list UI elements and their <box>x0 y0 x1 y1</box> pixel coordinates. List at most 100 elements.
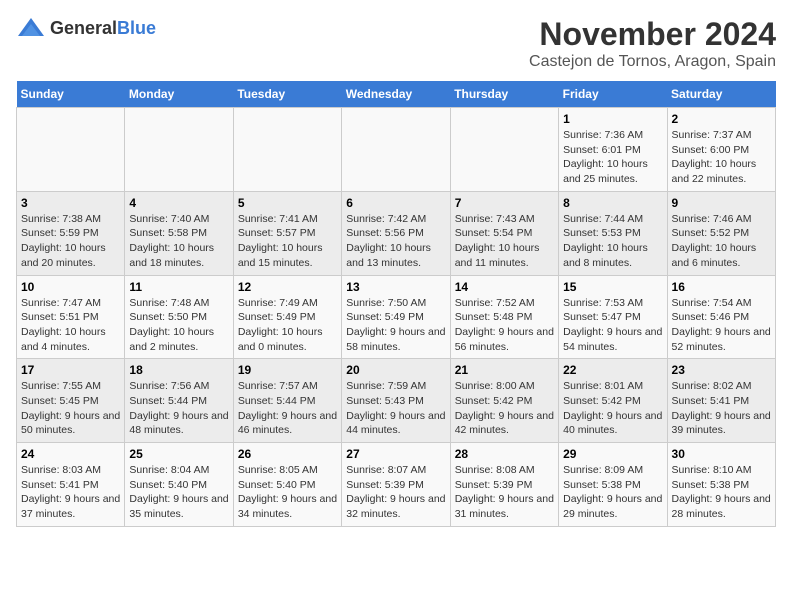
calendar-cell: 26 Sunrise: 8:05 AMSunset: 5:40 PMDayligh… <box>233 443 341 527</box>
calendar-cell <box>342 108 450 192</box>
calendar-cell: 28Sunrise: 8:08 AMSunset: 5:39 PMDayligh… <box>450 443 558 527</box>
month-title: November 2024 <box>529 16 776 53</box>
header: GeneralBlue November 2024 Castejon de To… <box>16 16 776 71</box>
week-row-3: 10 Sunrise: 7:47 AMSunset: 5:51 PMDayligh… <box>17 275 776 359</box>
logo-blue: Blue <box>117 18 156 38</box>
day-number: 20 <box>346 363 445 377</box>
calendar-cell: 9 Sunrise: 7:46 AMSunset: 5:52 PMDaylight… <box>667 191 775 275</box>
day-info: Sunrise: 7:57 AMSunset: 5:44 PMDaylight:… <box>238 379 337 438</box>
calendar-cell <box>450 108 558 192</box>
calendar-cell: 24 Sunrise: 8:03 AMSunset: 5:41 PMDayligh… <box>17 443 125 527</box>
weekday-header-saturday: Saturday <box>667 81 775 108</box>
day-info: Sunrise: 7:38 AMSunset: 5:59 PMDaylight:… <box>21 212 120 271</box>
day-info: Sunrise: 7:48 AMSunset: 5:50 PMDaylight:… <box>129 296 228 355</box>
day-info: Sunrise: 8:02 AMSunset: 5:41 PMDaylight:… <box>672 379 771 438</box>
day-info: Sunrise: 8:00 AMSunset: 5:42 PMDaylight:… <box>455 379 554 438</box>
calendar-cell: 1 Sunrise: 7:36 AMSunset: 6:01 PMDaylight… <box>559 108 667 192</box>
day-number: 10 <box>21 280 120 294</box>
day-number: 2 <box>672 112 771 126</box>
calendar-cell: 17 Sunrise: 7:55 AMSunset: 5:45 PMDayligh… <box>17 359 125 443</box>
calendar-cell: 6Sunrise: 7:42 AMSunset: 5:56 PMDaylight… <box>342 191 450 275</box>
day-number: 27 <box>346 447 445 461</box>
day-number: 17 <box>21 363 120 377</box>
day-info: Sunrise: 7:55 AMSunset: 5:45 PMDaylight:… <box>21 379 120 438</box>
calendar-cell: 19 Sunrise: 7:57 AMSunset: 5:44 PMDayligh… <box>233 359 341 443</box>
calendar-cell: 2 Sunrise: 7:37 AMSunset: 6:00 PMDaylight… <box>667 108 775 192</box>
day-info: Sunrise: 7:49 AMSunset: 5:49 PMDaylight:… <box>238 296 337 355</box>
weekday-header-thursday: Thursday <box>450 81 558 108</box>
day-info: Sunrise: 7:59 AMSunset: 5:43 PMDaylight:… <box>346 379 445 438</box>
day-info: Sunrise: 7:36 AMSunset: 6:01 PMDaylight:… <box>563 128 662 187</box>
day-info: Sunrise: 7:40 AMSunset: 5:58 PMDaylight:… <box>129 212 228 271</box>
day-info: Sunrise: 8:03 AMSunset: 5:41 PMDaylight:… <box>21 463 120 522</box>
calendar-cell <box>125 108 233 192</box>
day-number: 22 <box>563 363 662 377</box>
calendar-cell: 4 Sunrise: 7:40 AMSunset: 5:58 PMDaylight… <box>125 191 233 275</box>
day-info: Sunrise: 7:44 AMSunset: 5:53 PMDaylight:… <box>563 212 662 271</box>
week-row-2: 3 Sunrise: 7:38 AMSunset: 5:59 PMDaylight… <box>17 191 776 275</box>
day-info: Sunrise: 8:08 AMSunset: 5:39 PMDaylight:… <box>455 463 554 522</box>
day-info: Sunrise: 7:43 AMSunset: 5:54 PMDaylight:… <box>455 212 554 271</box>
weekday-header-wednesday: Wednesday <box>342 81 450 108</box>
calendar-cell: 20 Sunrise: 7:59 AMSunset: 5:43 PMDayligh… <box>342 359 450 443</box>
day-info: Sunrise: 8:10 AMSunset: 5:38 PMDaylight:… <box>672 463 771 522</box>
calendar-cell: 25 Sunrise: 8:04 AMSunset: 5:40 PMDayligh… <box>125 443 233 527</box>
day-info: Sunrise: 7:50 AMSunset: 5:49 PMDaylight:… <box>346 296 445 355</box>
calendar-cell: 21 Sunrise: 8:00 AMSunset: 5:42 PMDayligh… <box>450 359 558 443</box>
calendar-cell: 15 Sunrise: 7:53 AMSunset: 5:47 PMDayligh… <box>559 275 667 359</box>
day-number: 4 <box>129 196 228 210</box>
calendar-cell: 5Sunrise: 7:41 AMSunset: 5:57 PMDaylight… <box>233 191 341 275</box>
day-number: 1 <box>563 112 662 126</box>
calendar-cell: 10 Sunrise: 7:47 AMSunset: 5:51 PMDayligh… <box>17 275 125 359</box>
location-subtitle: Castejon de Tornos, Aragon, Spain <box>529 53 776 71</box>
day-number: 16 <box>672 280 771 294</box>
day-info: Sunrise: 7:52 AMSunset: 5:48 PMDaylight:… <box>455 296 554 355</box>
day-info: Sunrise: 7:56 AMSunset: 5:44 PMDaylight:… <box>129 379 228 438</box>
day-number: 13 <box>346 280 445 294</box>
calendar-cell: 3 Sunrise: 7:38 AMSunset: 5:59 PMDaylight… <box>17 191 125 275</box>
calendar-cell: 22 Sunrise: 8:01 AMSunset: 5:42 PMDayligh… <box>559 359 667 443</box>
day-number: 11 <box>129 280 228 294</box>
day-number: 30 <box>672 447 771 461</box>
day-info: Sunrise: 8:07 AMSunset: 5:39 PMDaylight:… <box>346 463 445 522</box>
calendar-table: SundayMondayTuesdayWednesdayThursdayFrid… <box>16 81 776 527</box>
week-row-4: 17 Sunrise: 7:55 AMSunset: 5:45 PMDayligh… <box>17 359 776 443</box>
title-area: November 2024 Castejon de Tornos, Aragon… <box>529 16 776 71</box>
calendar-cell: 30 Sunrise: 8:10 AMSunset: 5:38 PMDayligh… <box>667 443 775 527</box>
day-info: Sunrise: 7:37 AMSunset: 6:00 PMDaylight:… <box>672 128 771 187</box>
calendar-cell: 11 Sunrise: 7:48 AMSunset: 5:50 PMDayligh… <box>125 275 233 359</box>
calendar-cell: 27 Sunrise: 8:07 AMSunset: 5:39 PMDayligh… <box>342 443 450 527</box>
day-number: 19 <box>238 363 337 377</box>
day-info: Sunrise: 8:05 AMSunset: 5:40 PMDaylight:… <box>238 463 337 522</box>
day-info: Sunrise: 8:01 AMSunset: 5:42 PMDaylight:… <box>563 379 662 438</box>
calendar-cell: 12Sunrise: 7:49 AMSunset: 5:49 PMDayligh… <box>233 275 341 359</box>
calendar-cell: 14 Sunrise: 7:52 AMSunset: 5:48 PMDayligh… <box>450 275 558 359</box>
day-number: 23 <box>672 363 771 377</box>
day-number: 15 <box>563 280 662 294</box>
day-info: Sunrise: 7:47 AMSunset: 5:51 PMDaylight:… <box>21 296 120 355</box>
day-info: Sunrise: 7:42 AMSunset: 5:56 PMDaylight:… <box>346 212 445 271</box>
calendar-cell: 16 Sunrise: 7:54 AMSunset: 5:46 PMDayligh… <box>667 275 775 359</box>
calendar-cell: 29Sunrise: 8:09 AMSunset: 5:38 PMDayligh… <box>559 443 667 527</box>
day-number: 25 <box>129 447 228 461</box>
calendar-cell: 7 Sunrise: 7:43 AMSunset: 5:54 PMDaylight… <box>450 191 558 275</box>
day-number: 26 <box>238 447 337 461</box>
calendar-cell <box>233 108 341 192</box>
day-number: 14 <box>455 280 554 294</box>
day-info: Sunrise: 7:53 AMSunset: 5:47 PMDaylight:… <box>563 296 662 355</box>
day-number: 18 <box>129 363 228 377</box>
week-row-1: 1 Sunrise: 7:36 AMSunset: 6:01 PMDaylight… <box>17 108 776 192</box>
calendar-cell <box>17 108 125 192</box>
day-number: 9 <box>672 196 771 210</box>
calendar-cell: 13 Sunrise: 7:50 AMSunset: 5:49 PMDayligh… <box>342 275 450 359</box>
day-info: Sunrise: 8:04 AMSunset: 5:40 PMDaylight:… <box>129 463 228 522</box>
day-info: Sunrise: 7:54 AMSunset: 5:46 PMDaylight:… <box>672 296 771 355</box>
day-number: 24 <box>21 447 120 461</box>
logo-general: General <box>50 18 117 38</box>
day-number: 21 <box>455 363 554 377</box>
day-number: 7 <box>455 196 554 210</box>
day-info: Sunrise: 7:46 AMSunset: 5:52 PMDaylight:… <box>672 212 771 271</box>
logo-icon <box>16 16 46 40</box>
day-number: 3 <box>21 196 120 210</box>
week-row-5: 24 Sunrise: 8:03 AMSunset: 5:41 PMDayligh… <box>17 443 776 527</box>
